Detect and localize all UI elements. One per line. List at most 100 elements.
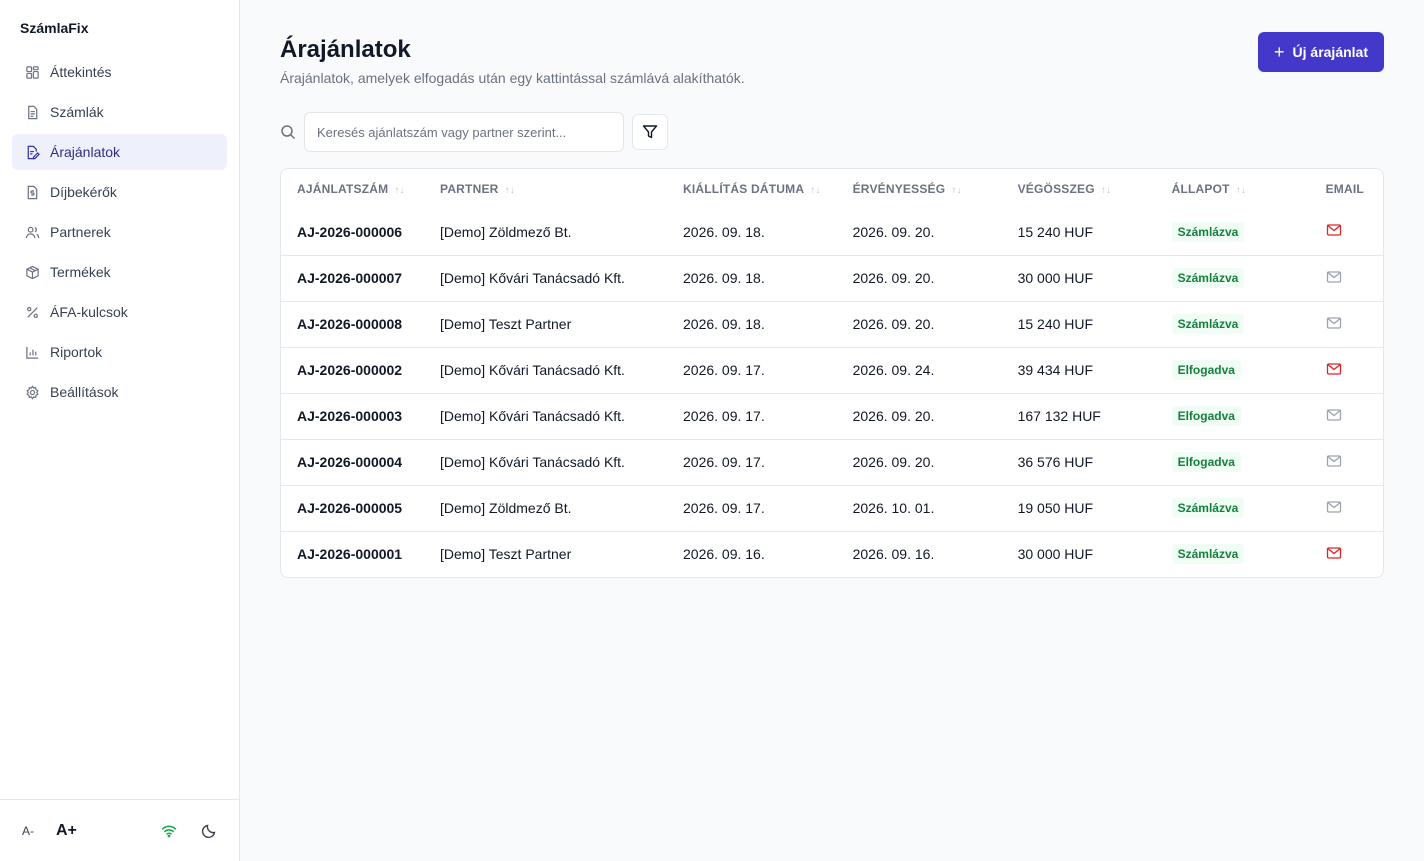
- sidebar-item-afa-kulcsok[interactable]: ÁFA-kulcsok: [12, 294, 227, 330]
- total-amount: 30 000 HUF: [1001, 254, 1156, 301]
- table-row[interactable]: AJ-2026-000004 [Demo] Kővári Tanácsadó Kf…: [281, 438, 1383, 485]
- email-cell: [1309, 392, 1383, 439]
- column-header-status[interactable]: Állapot ↑↓: [1156, 169, 1310, 209]
- sidebar-item-attekintes[interactable]: Áttekintés: [12, 54, 227, 90]
- sidebar-item-label: Beállítások: [50, 384, 119, 400]
- status-cell: Számlázva: [1155, 530, 1310, 577]
- sidebar-item-label: Termékek: [50, 264, 111, 280]
- column-header-valid[interactable]: Érvényesség ↑↓: [837, 169, 1002, 209]
- quote-number[interactable]: AJ-2026-000006: [281, 209, 424, 255]
- quote-number[interactable]: AJ-2026-000005: [281, 484, 424, 531]
- gear-icon: [24, 384, 40, 400]
- sidebar-item-dijbekerok[interactable]: Díjbekérők: [12, 174, 227, 210]
- table-row[interactable]: AJ-2026-000006 [Demo] Zöldmező Bt. 2026. 0…: [281, 209, 1383, 255]
- page-title: Árajánlatok: [280, 36, 411, 63]
- font-decrease-button[interactable]: A-: [22, 824, 34, 838]
- sort-icon: ↑↓: [504, 185, 515, 196]
- mail-sent-icon[interactable]: [1326, 222, 1342, 238]
- quote-number[interactable]: AJ-2026-000003: [281, 392, 424, 439]
- status-badge: Számlázva: [1171, 268, 1245, 288]
- status-badge: Elfogadva: [1171, 406, 1241, 426]
- table-row[interactable]: AJ-2026-000005 [Demo] Zöldmező Bt. 2026. 0…: [281, 484, 1383, 531]
- sort-icon: ↑↓: [810, 185, 821, 196]
- quote-number[interactable]: AJ-2026-000002: [281, 346, 424, 393]
- issue-date: 2026. 09. 17.: [667, 438, 837, 485]
- total-amount: 39 434 HUF: [1001, 346, 1156, 393]
- table-row[interactable]: AJ-2026-000007 [Demo] Kővári Tanácsadó Kf…: [281, 254, 1383, 301]
- quote-number[interactable]: AJ-2026-000007: [281, 254, 424, 301]
- sidebar-item-arajanlatok[interactable]: Árajánlatok: [12, 134, 227, 170]
- sidebar-item-label: ÁFA-kulcsok: [50, 304, 128, 320]
- new-quote-button[interactable]: + Új árajánlat: [1258, 32, 1384, 72]
- status-badge: Számlázva: [1171, 544, 1245, 565]
- mail-icon[interactable]: [1326, 315, 1342, 331]
- status-cell: Számlázva: [1155, 254, 1310, 301]
- sidebar-item-label: Áttekintés: [50, 64, 112, 80]
- font-increase-button[interactable]: A+: [56, 822, 77, 840]
- status-badge: Elfogadva: [1171, 452, 1241, 472]
- quote-number[interactable]: AJ-2026-000001: [281, 530, 424, 577]
- sidebar-item-label: Árajánlatok: [50, 144, 121, 160]
- partner-name: [Demo] Teszt Partner: [424, 530, 667, 577]
- search-input[interactable]: [304, 112, 624, 152]
- sidebar-item-szamlak[interactable]: Számlák: [12, 94, 227, 130]
- total-amount: 19 050 HUF: [1001, 484, 1156, 531]
- status-badge: Számlázva: [1171, 498, 1245, 518]
- moon-icon[interactable]: [201, 823, 217, 839]
- table-row[interactable]: AJ-2026-000008 [Demo] Teszt Partner 2026. …: [281, 300, 1383, 347]
- table-header-row: Ajánlatszám ↑↓ Partner ↑↓ Kiállítás dátuma…: [281, 169, 1383, 209]
- email-cell: [1309, 530, 1383, 577]
- sidebar-item-beallitasok[interactable]: Beállítások: [12, 374, 227, 410]
- invoice-icon: [24, 104, 40, 120]
- mail-icon[interactable]: [1326, 453, 1342, 469]
- sort-icon: ↑↓: [394, 185, 405, 196]
- mail-sent-icon[interactable]: [1326, 361, 1342, 377]
- sidebar-item-termekek[interactable]: Termékek: [12, 254, 227, 290]
- table-row[interactable]: AJ-2026-000003 [Demo] Kővári Tanácsadó Kf…: [281, 392, 1383, 439]
- percent-icon: [24, 304, 40, 320]
- column-header-partner[interactable]: Partner ↑↓: [424, 169, 667, 209]
- sort-icon: ↑↓: [1235, 185, 1247, 196]
- quotes-table: Ajánlatszám ↑↓ Partner ↑↓ Kiállítás dátuma…: [280, 168, 1384, 578]
- quote-number[interactable]: AJ-2026-000008: [281, 300, 424, 347]
- validity-date: 2026. 09. 24.: [836, 346, 1002, 393]
- email-cell: [1310, 209, 1383, 255]
- issue-date: 2026. 09. 16.: [667, 530, 837, 577]
- column-header-total[interactable]: Végösszeg ↑↓: [1002, 169, 1156, 209]
- mail-icon[interactable]: [1326, 407, 1342, 423]
- toolbar: [280, 112, 1384, 152]
- sidebar-item-label: Riportok: [50, 344, 103, 360]
- page-subtitle: Árajánlatok, amelyek elfogadás után egy …: [280, 70, 745, 86]
- email-cell: [1309, 346, 1383, 393]
- sidebar-nav: Áttekintés Számlák Árajánlatok Díjbekérő…: [0, 54, 239, 414]
- partner-name: [Demo] Teszt Partner: [424, 300, 667, 347]
- sidebar: SzámlaFix Áttekintés Számlák Árajánlatok…: [0, 0, 240, 861]
- sidebar-item-label: Számlák: [50, 104, 104, 120]
- email-cell: [1309, 254, 1383, 301]
- mail-icon[interactable]: [1326, 269, 1342, 285]
- sidebar-item-label: Díjbekérők: [50, 184, 117, 200]
- plus-icon: +: [1274, 42, 1285, 62]
- table-row[interactable]: AJ-2026-000001 [Demo] Teszt Partner 2026. …: [281, 530, 1383, 577]
- column-header-number[interactable]: Ajánlatszám ↑↓: [281, 169, 424, 209]
- new-quote-label: Új árajánlat: [1292, 44, 1368, 60]
- mail-icon[interactable]: [1326, 499, 1342, 515]
- table-row[interactable]: AJ-2026-000002 [Demo] Kővári Tanácsadó Kf…: [281, 346, 1383, 393]
- quote-number[interactable]: AJ-2026-000004: [281, 438, 424, 485]
- mail-sent-icon[interactable]: [1326, 545, 1342, 561]
- partner-name: [Demo] Zöldmező Bt.: [424, 484, 667, 531]
- column-header-email: Email: [1325, 182, 1364, 196]
- total-amount: 15 240 HUF: [1017, 223, 1094, 240]
- users-icon: [24, 224, 40, 240]
- status-cell: Számlázva: [1155, 484, 1310, 531]
- issue-date: 2026. 09. 18.: [667, 254, 837, 301]
- chart-icon: [24, 344, 40, 360]
- sidebar-item-riportok[interactable]: Riportok: [12, 334, 227, 370]
- sidebar-item-partnerek[interactable]: Partnerek: [12, 214, 227, 250]
- issue-date: 2026. 09. 17.: [667, 392, 837, 439]
- total-amount: 30 000 HUF: [1001, 530, 1156, 577]
- column-header-issued[interactable]: Kiállítás dátuma ↑↓: [667, 169, 837, 209]
- status-cell: Elfogadva: [1155, 438, 1310, 485]
- filter-button[interactable]: [632, 114, 668, 150]
- total-amount: 167 132 HUF: [1001, 392, 1156, 439]
